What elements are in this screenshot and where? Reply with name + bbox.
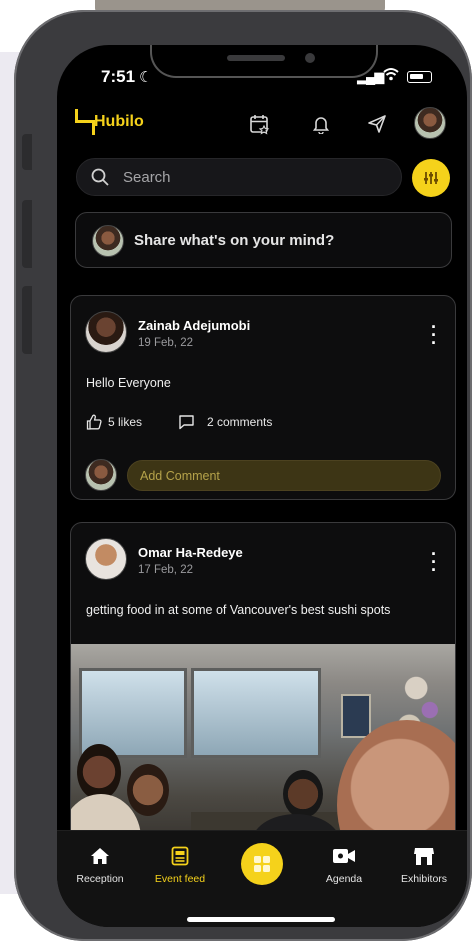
tab-exhibitors[interactable]: Exhibitors [384,843,464,885]
commenter-avatar [85,459,117,491]
photo-person [77,744,121,800]
bottom-tab-bar: Reception Event feed Agenda Exhibitors [57,830,467,927]
comments-count: 2 comments [207,415,273,429]
thumbs-up-icon [86,414,102,430]
video-icon [304,843,384,869]
tab-label: Reception [76,873,124,885]
home-icon [60,843,140,869]
search-input[interactable] [123,159,383,195]
app-header: Hubilo [57,107,467,143]
comment-icon [179,415,194,430]
tab-reception[interactable]: Reception [60,843,140,885]
notch [150,45,378,78]
post-date: 19 Feb, 22 [138,337,193,349]
like-button[interactable]: 5 likes [86,414,142,430]
post-date: 17 Feb, 22 [138,564,193,576]
hubilo-logo-icon [75,109,95,135]
comments-button[interactable]: 2 comments [178,414,272,430]
tab-event-feed[interactable]: Event feed [140,843,220,885]
app-screen: 7:51 ☾ ▂▄▆ Hubilo Search Share what's on… [57,45,467,927]
speaker [227,55,285,61]
volume-down-button [22,286,32,354]
photo-person [127,764,169,816]
store-icon [384,843,464,869]
post-author-name[interactable]: Omar Ha-Redeye [138,545,243,560]
brand-name: Hubilo [94,113,144,130]
tab-label: Event feed [154,873,206,885]
post-text: getting food in at some of Vancouver's b… [86,603,391,617]
add-comment-input[interactable] [128,461,440,490]
grid-menu-button[interactable] [241,843,283,885]
tab-label: Agenda [325,873,363,885]
send-icon[interactable] [364,111,390,137]
grid-icon [254,856,270,872]
composer-prompt: Share what's on your mind? [134,232,335,249]
bell-icon[interactable] [308,111,334,137]
share-composer[interactable]: Share what's on your mind? [75,212,452,268]
post-text: Hello Everyone [86,376,171,390]
tab-agenda[interactable]: Agenda [304,843,384,885]
front-camera [305,53,315,63]
mute-switch [22,134,32,170]
calendar-star-icon[interactable] [247,111,273,137]
feed-post: Omar Ha-Redeye 17 Feb, 22 · · · getting fo… [70,522,456,862]
profile-avatar[interactable] [414,107,446,139]
battery-icon [407,71,432,83]
more-options-icon[interactable]: · · · [431,318,437,352]
feed-icon [140,843,220,869]
post-author-avatar[interactable] [85,538,127,580]
add-comment-field[interactable] [127,460,441,491]
post-author-name[interactable]: Zainab Adejumobi [138,318,250,333]
search-bar[interactable] [76,158,402,196]
photo-window [191,668,321,758]
tab-label: Exhibitors [400,873,448,885]
wifi-icon [383,67,399,85]
add-comment-row [85,459,441,491]
home-indicator[interactable] [187,917,335,922]
moon-icon: ☾ [139,69,153,86]
phone-frame: 7:51 ☾ ▂▄▆ Hubilo Search Share what's on… [14,10,472,941]
search-icon [91,168,109,186]
photo-person [283,770,323,818]
photo-wall-frame [341,694,371,738]
composer-avatar [92,225,124,257]
feed-post: Zainab Adejumobi 19 Feb, 22 · · · Hello Ev… [70,295,456,500]
sliders-icon [424,172,438,184]
status-time: 7:51 [101,67,136,86]
filter-button[interactable] [412,159,450,197]
post-author-avatar[interactable] [85,311,127,353]
volume-up-button [22,200,32,268]
likes-count: 5 likes [108,415,143,429]
more-options-icon[interactable]: · · · [431,545,437,579]
